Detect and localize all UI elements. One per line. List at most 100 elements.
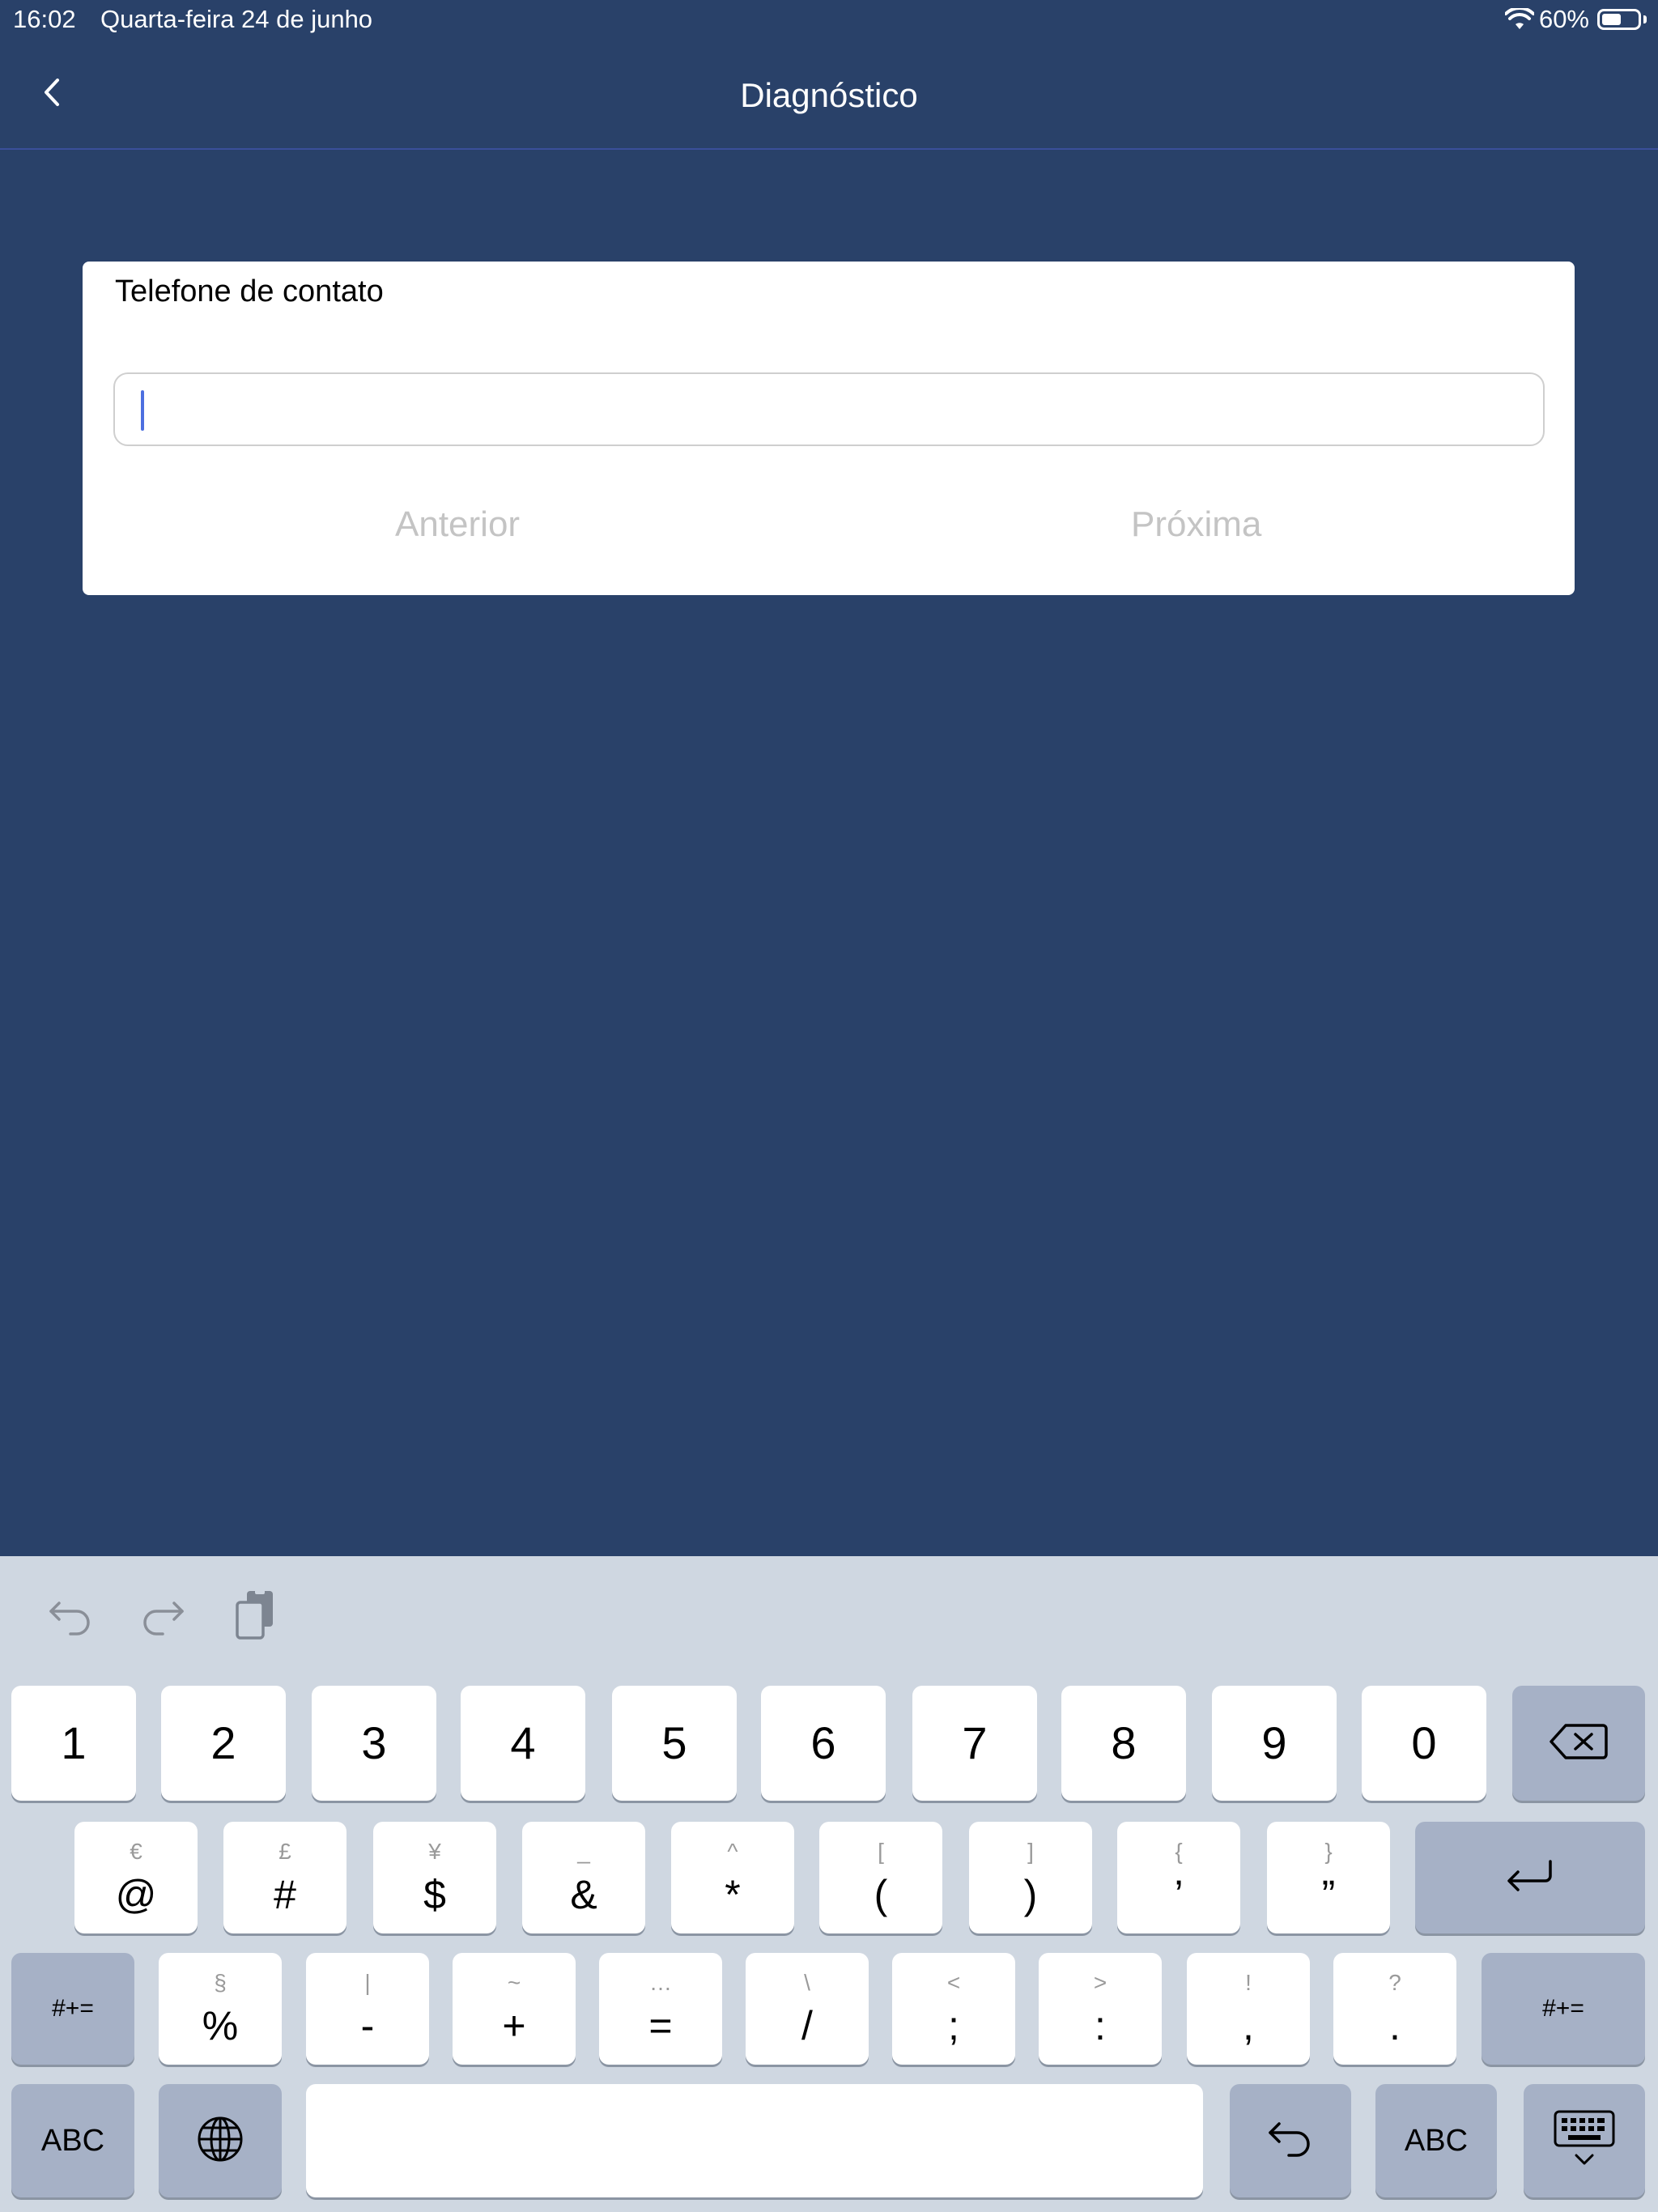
key-symbol[interactable]: [(: [819, 1822, 942, 1933]
key-label: .: [1389, 2003, 1401, 2048]
key-symbol[interactable]: §%: [159, 1953, 282, 2065]
key-secondary-label: €: [130, 1839, 142, 1864]
key-label: 6: [810, 1717, 836, 1768]
space-key[interactable]: [306, 2084, 1203, 2197]
redo-icon: [140, 1595, 185, 1640]
key-secondary-label: ?: [1388, 1970, 1401, 1995]
key-symbol[interactable]: \ /: [746, 1953, 869, 2065]
key-label: 0: [1411, 1717, 1437, 1768]
key-label: +: [502, 2003, 526, 2048]
key-secondary-label: §: [214, 1970, 227, 1995]
key-7[interactable]: 7: [912, 1686, 1037, 1801]
navigation-bar: Diagnóstico: [0, 40, 1658, 150]
key-6[interactable]: 6: [761, 1686, 886, 1801]
keyboard-paste-button[interactable]: [227, 1589, 283, 1645]
status-date: Quarta-feira 24 de junho: [100, 5, 373, 33]
key-secondary-label: £: [278, 1839, 291, 1864]
backspace-icon: [1550, 1723, 1608, 1764]
key-symbol[interactable]: | -: [306, 1953, 429, 2065]
key-2[interactable]: 2: [161, 1686, 286, 1801]
phone-field-label: Telefone de contato: [115, 274, 384, 308]
key-4[interactable]: 4: [461, 1686, 585, 1801]
key-label: ABC: [40, 2123, 105, 2158]
clipboard-icon: [232, 1589, 278, 1645]
symbols-key-right[interactable]: #+=: [1482, 1953, 1645, 2065]
key-1[interactable]: 1: [11, 1686, 136, 1801]
wifi-icon: [1504, 8, 1534, 31]
undo-key[interactable]: [1230, 2084, 1351, 2197]
key-secondary-label: >: [1093, 1970, 1107, 1995]
key-symbol[interactable]: ¥ $: [373, 1822, 496, 1933]
key-label: ): [1023, 1872, 1038, 1917]
key-symbol[interactable]: ?.: [1333, 1953, 1456, 2065]
key-symbol[interactable]: !,: [1187, 1953, 1310, 2065]
key-symbol[interactable]: £ #: [223, 1822, 346, 1933]
key-label: 7: [962, 1717, 988, 1768]
key-secondary-label: …: [649, 1970, 672, 1995]
key-label: %: [202, 2003, 239, 2048]
undo-icon: [48, 1595, 93, 1640]
status-indicators: 60%: [1504, 5, 1647, 34]
key-symbol[interactable]: {’: [1117, 1822, 1240, 1933]
key-symbol[interactable]: ]): [969, 1822, 1092, 1933]
on-screen-keyboard: 1 2 3 4 5 6 7 8 9 0 € @ £ # ¥ $ _ & ^ *[(]){’}” #+= §% | - ~ +… = \…: [0, 1556, 1658, 2212]
key-8[interactable]: 8: [1061, 1686, 1186, 1801]
key-3[interactable]: 3: [312, 1686, 436, 1801]
key-secondary-label: !: [1245, 1970, 1252, 1995]
key-label: $: [423, 1872, 446, 1917]
key-symbol[interactable]: € @: [74, 1822, 198, 1933]
key-secondary-label: \: [804, 1970, 810, 1995]
key-label: 2: [210, 1717, 236, 1768]
key-label: 5: [661, 1717, 687, 1768]
key-symbol[interactable]: _ &: [522, 1822, 645, 1933]
status-bar: 16:02 Quarta-feira 24 de junho 60%: [0, 0, 1658, 40]
key-label: ’: [1174, 1872, 1184, 1917]
symbols-key-left[interactable]: #+=: [11, 1953, 134, 2065]
globe-key[interactable]: [159, 2084, 282, 2197]
key-symbol[interactable]: }”: [1267, 1822, 1390, 1933]
next-button[interactable]: Próxima: [1131, 504, 1261, 545]
key-label: 4: [510, 1717, 536, 1768]
key-symbol[interactable]: >:: [1039, 1953, 1162, 2065]
key-5[interactable]: 5: [612, 1686, 737, 1801]
key-label: /: [801, 2003, 813, 2048]
phone-input[interactable]: [115, 374, 1543, 445]
key-label: #+=: [1542, 1995, 1584, 2022]
key-secondary-label: ¥: [428, 1839, 441, 1864]
previous-button[interactable]: Anterior: [395, 504, 520, 545]
key-label: :: [1095, 2003, 1106, 2048]
return-key[interactable]: [1415, 1822, 1645, 1933]
key-symbol[interactable]: ~ +: [453, 1953, 576, 2065]
key-label: ABC: [1404, 2123, 1469, 2158]
phone-field-container[interactable]: [113, 372, 1545, 446]
key-secondary-label: |: [364, 1970, 371, 1995]
key-label: 3: [361, 1717, 387, 1768]
key-9[interactable]: 9: [1212, 1686, 1337, 1801]
backspace-key[interactable]: [1512, 1686, 1645, 1801]
key-0[interactable]: 0: [1362, 1686, 1486, 1801]
diagnostic-form-card: Telefone de contato Anterior Próxima: [83, 262, 1575, 595]
key-label: =: [648, 2003, 673, 2048]
page-title: Diagnóstico: [740, 76, 918, 114]
key-symbol[interactable]: … =: [599, 1953, 722, 2065]
undo-icon: [1266, 2119, 1315, 2163]
dismiss-keyboard-key[interactable]: [1524, 2084, 1645, 2197]
key-symbol[interactable]: ^ *: [671, 1822, 794, 1933]
key-label: *: [725, 1872, 741, 1917]
battery-tip: [1643, 15, 1647, 23]
abc-key-right[interactable]: ABC: [1375, 2084, 1497, 2197]
return-icon: [1505, 1858, 1555, 1898]
key-secondary-label: }: [1324, 1839, 1333, 1864]
key-secondary-label: [: [878, 1839, 884, 1864]
key-secondary-label: ^: [727, 1839, 738, 1864]
key-symbol[interactable]: <;: [892, 1953, 1015, 2065]
keyboard-undo-button[interactable]: [42, 1589, 99, 1645]
battery-percentage: 60%: [1538, 5, 1589, 33]
key-secondary-label: <: [946, 1970, 961, 1995]
globe-icon: [196, 2115, 244, 2167]
abc-key-left[interactable]: ABC: [11, 2084, 134, 2197]
keyboard-dismiss-icon: [1552, 2108, 1617, 2174]
key-label: (: [874, 1872, 888, 1917]
key-label: &: [570, 1872, 597, 1917]
keyboard-redo-button[interactable]: [134, 1589, 191, 1645]
